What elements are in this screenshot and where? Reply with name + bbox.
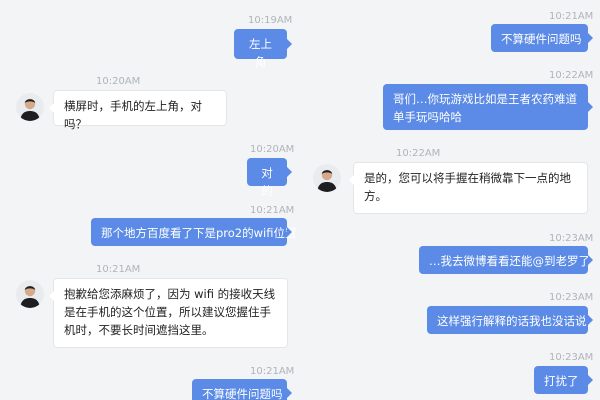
chat-panel-left[interactable]: 10:19AM 左上角 10:20AM 横屏时，手机的左上角，对吗？ 10:20… bbox=[0, 0, 300, 400]
outgoing-message-bubble[interactable]: 那个地方百度看了下是pro2的wifi位置 bbox=[91, 218, 296, 246]
chat-screenshot: 10:19AM 左上角 10:20AM 横屏时，手机的左上角，对吗？ 10:20… bbox=[0, 0, 600, 400]
message-timestamp: 10:21AM bbox=[96, 264, 141, 275]
avatar-icon[interactable] bbox=[313, 164, 341, 192]
message-timestamp: 10:19AM bbox=[248, 15, 293, 26]
message-timestamp: 10:21AM bbox=[250, 366, 295, 377]
message-timestamp: 10:23AM bbox=[549, 233, 594, 244]
message-timestamp: 10:20AM bbox=[96, 76, 141, 87]
message-timestamp: 10:20AM bbox=[250, 144, 295, 155]
chat-panel-right[interactable]: 10:21AM 不算硬件问题吗 10:22AM 哥们…你玩游戏比如是王者农药难道… bbox=[300, 0, 600, 400]
outgoing-message-bubble[interactable]: 不算硬件问题吗 bbox=[491, 24, 593, 52]
outgoing-message-bubble[interactable]: 打扰了 bbox=[534, 366, 593, 394]
avatar-icon[interactable] bbox=[16, 280, 44, 308]
message-timestamp: 10:22AM bbox=[396, 148, 441, 159]
outgoing-message-bubble[interactable]: 左上角 bbox=[234, 29, 292, 69]
message-timestamp: 10:21AM bbox=[250, 205, 295, 216]
avatar-icon[interactable] bbox=[16, 93, 44, 121]
outgoing-message-bubble[interactable]: 这样强行解释的话我也没话说 bbox=[427, 306, 593, 334]
incoming-message-bubble[interactable]: 抱歉给您添麻烦了，因为 wifi 的接收天线是在手机的这个位置，所以建议您握住手… bbox=[49, 278, 288, 348]
incoming-message-bubble[interactable]: 横屏时，手机的左上角，对吗？ bbox=[49, 90, 227, 131]
message-timestamp: 10:23AM bbox=[549, 352, 594, 363]
message-timestamp: 10:23AM bbox=[549, 292, 594, 303]
outgoing-message-bubble[interactable]: 不算硬件问题吗 bbox=[192, 379, 292, 400]
incoming-message-bubble[interactable]: 是的，您可以将手握在稍微靠下一点的地方。 bbox=[349, 162, 588, 214]
outgoing-message-bubble[interactable]: 对的 bbox=[247, 158, 292, 198]
outgoing-message-bubble[interactable]: 哥们…你玩游戏比如是王者农药难道单手玩吗哈哈 bbox=[383, 84, 593, 130]
message-timestamp: 10:21AM bbox=[549, 11, 594, 22]
outgoing-message-bubble[interactable]: …我去微博看看还能@到老罗了 bbox=[419, 246, 593, 274]
message-timestamp: 10:22AM bbox=[549, 70, 594, 81]
